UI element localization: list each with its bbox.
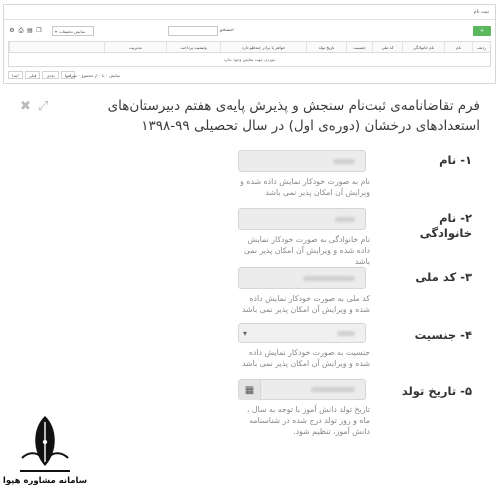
expand-icon[interactable]: ⤢ (38, 100, 48, 113)
list-panel: ثبت نام + افزودن جستجو: ▾ نمایش تحقیقات … (3, 4, 496, 84)
records-table: ردیف نام نام خانوادگی کد ملی جنسیت تاریخ تولد… (8, 41, 491, 67)
column-header[interactable]: وضعیت پرداخت (166, 42, 220, 52)
column-header[interactable]: جنسیت (346, 42, 372, 52)
column-header[interactable]: نام خانوادگی (402, 42, 444, 52)
field-label-birth-date: ۵- تاریخ تولد (401, 384, 472, 398)
toolbar-icons: ⚙ ⎙ ▤ ❐ (9, 27, 42, 34)
masked-value (303, 276, 355, 281)
last-name-input[interactable] (238, 208, 366, 230)
birth-date-help: تاریخ تولد دانش آموز با توجه به سال ، ما… (246, 405, 370, 436)
masked-value (337, 331, 355, 336)
masked-value (333, 159, 355, 164)
first-name-help: نام به صورت خودکار نمایش داده شده و ویرا… (240, 177, 370, 197)
column-header[interactable]: مدیریت (104, 42, 166, 52)
quill-logo-icon (20, 416, 70, 472)
national-code-help: کد ملی به صورت خودکار نمایش داده شده و و… (241, 294, 370, 314)
search-label: جستجو: (220, 28, 235, 33)
field-label-first-name: ۱- نام (439, 153, 472, 167)
national-code-input[interactable] (238, 267, 366, 289)
column-header[interactable]: نام (444, 42, 472, 52)
print-icon[interactable]: ⎙ (18, 27, 24, 34)
first-name-input[interactable] (238, 150, 366, 172)
masked-value (335, 217, 355, 222)
divider (4, 19, 495, 20)
site-logo: سامانه مشاوره هپوا (2, 412, 88, 492)
calendar-button[interactable]: ▦ (239, 380, 261, 400)
pager-button[interactable]: قبلی (24, 71, 41, 79)
title-icons: ✖ ⤢ (20, 100, 48, 113)
birth-date-input[interactable]: ▦ (238, 379, 366, 400)
logo-text: سامانه مشاوره هپوا (2, 476, 88, 486)
add-button[interactable]: + افزودن (473, 26, 491, 44)
last-name-help: نام خانوادگی به صورت خودکار نمایش داده ش… (243, 235, 370, 266)
pager-button[interactable]: بعدی (42, 71, 59, 79)
field-label-last-name: ۲- نام خانوادگی (419, 211, 472, 240)
empty-message: موردی جهت نمایش وجود ندارد (223, 57, 276, 62)
settings-icon[interactable]: ⚙ (9, 27, 15, 34)
table-status: نمایش ۰ تا ۰ از مجموع ۰ مورد (69, 73, 121, 78)
gender-help: جنسیت به صورت خودکار نمایش داده شده و وی… (241, 348, 370, 368)
column-header[interactable]: ردیف (472, 42, 490, 52)
excel-icon[interactable]: ▤ (27, 27, 33, 34)
list-panel-title: ثبت نام (473, 9, 489, 15)
chevron-down-icon: ▾ (243, 329, 248, 338)
filter-label: نمایش تحقیقات (58, 29, 85, 34)
close-icon[interactable]: ✖ (20, 100, 31, 113)
column-filler (9, 42, 104, 52)
column-header[interactable]: کد ملی (372, 42, 402, 52)
table-header: ردیف نام نام خانوادگی کد ملی جنسیت تاریخ تولد… (9, 42, 490, 53)
chevron-down-icon: ▾ (55, 29, 58, 34)
field-label-national-code: ۳- کد ملی (415, 270, 472, 284)
pager-button[interactable]: ابتدا (8, 71, 23, 79)
copy-icon[interactable]: ❐ (36, 27, 42, 34)
filter-select[interactable]: ▾ نمایش تحقیقات (52, 26, 94, 36)
field-label-gender: ۴- جنسیت (414, 328, 472, 342)
pagination: ابتدا قبلی بعدی انتها (8, 71, 76, 79)
column-header[interactable]: تاریخ تولد (306, 42, 346, 52)
masked-value (311, 387, 355, 392)
calendar-icon: ▦ (244, 384, 255, 396)
form-title: فرم تقاضانامه‌ی ثبت‌نام سنجش و پذیرش پای… (107, 98, 480, 134)
column-header[interactable]: خواهر یا برادر چندقلو دارد (220, 42, 306, 52)
gender-select[interactable]: ▾ (238, 323, 366, 343)
search-input[interactable] (168, 26, 218, 36)
